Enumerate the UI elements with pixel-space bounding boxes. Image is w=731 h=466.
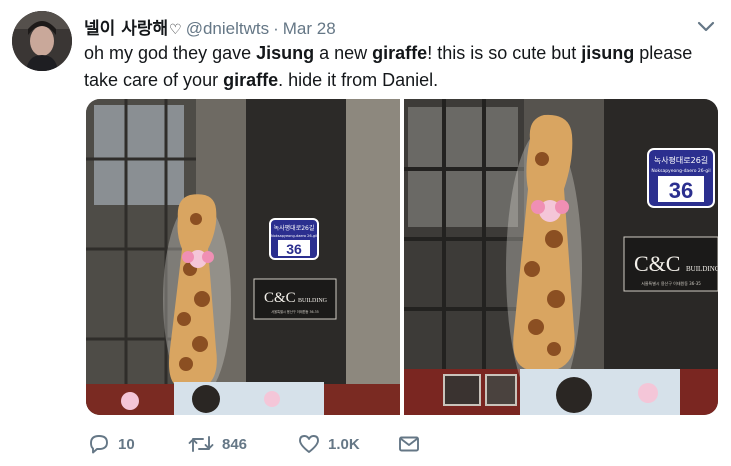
retweet-icon — [188, 434, 214, 454]
building-word: BUILDING — [686, 265, 718, 273]
photo-left[interactable]: 녹사평대로26길 Noksapyeong-daero 26-gil 36 C&C… — [86, 99, 400, 415]
tweet-actions: 10 846 1.0K — [88, 432, 420, 456]
direct-message-button[interactable] — [398, 434, 420, 454]
tweet-text-highlight: giraffe — [372, 43, 428, 63]
display-name[interactable]: 넬이 사랑해 — [84, 14, 168, 39]
header-separator: · — [273, 19, 279, 38]
like-button[interactable]: 1.0K — [298, 434, 398, 454]
user-handle[interactable]: @dnieltwts — [186, 19, 269, 39]
reply-button[interactable]: 10 — [88, 434, 188, 454]
address-number: 36 — [669, 178, 693, 203]
media-grid: 녹사평대로26길 Noksapyeong-daero 26-gil 36 C&C… — [86, 99, 718, 415]
tweet-text-segment: ! this is so cute but — [427, 43, 582, 63]
address-sign-sub: Noksapyeong-daero 26-gil — [271, 234, 317, 238]
building-logo: C&C — [634, 251, 680, 276]
tweet-text-highlight: giraffe — [223, 70, 279, 90]
tweet-text-segment: oh my god they gave — [84, 43, 257, 63]
building-word: BUILDING — [298, 298, 328, 304]
name-heart-emoji: ♡ — [169, 22, 182, 38]
tweet-text-segment: a new — [314, 43, 373, 63]
tweet-text-highlight: jisung — [581, 43, 635, 63]
envelope-icon — [398, 434, 420, 454]
tweet-text-highlight: Jisung — [256, 43, 315, 63]
photo-left-image: 녹사평대로26길 Noksapyeong-daero 26-gil 36 C&C… — [86, 99, 400, 415]
photo-right-image: 녹사평대로26길 Noksapyeong-daero 26-gil 36 C&C… — [404, 99, 718, 415]
reply-icon — [88, 434, 110, 454]
address-sign-top: 녹사평대로26길 — [654, 155, 708, 165]
address-sign-sub: Noksapyeong-daero 26-gil — [651, 168, 710, 174]
tweet-text-segment: . hide it from Daniel. — [278, 70, 439, 90]
building-small-text: 서울특별시 용산구 이태원동 36-35 — [641, 280, 701, 286]
retweet-count: 846 — [222, 435, 248, 453]
photo-right[interactable]: 녹사평대로26길 Noksapyeong-daero 26-gil 36 C&C… — [404, 99, 718, 415]
retweet-button[interactable]: 846 — [188, 434, 298, 454]
heart-icon — [298, 434, 320, 454]
reply-count: 10 — [118, 435, 135, 453]
building-small-text: 서울특별시 용산구 이태원동 36-35 — [271, 309, 319, 314]
tweet-header: 넬이 사랑해 ♡ @dnieltwts · Mar 28 — [84, 14, 336, 39]
address-number: 36 — [286, 241, 302, 257]
avatar-image — [12, 11, 72, 71]
address-sign-top: 녹사평대로26길 — [274, 224, 315, 232]
tweet-text: oh my god they gave Jisung a new giraffe… — [84, 40, 724, 94]
chevron-down-icon[interactable] — [695, 16, 717, 36]
building-logo: C&C — [264, 290, 296, 306]
like-count: 1.0K — [328, 435, 360, 453]
avatar[interactable] — [12, 11, 72, 71]
tweet-date[interactable]: Mar 28 — [283, 19, 336, 39]
